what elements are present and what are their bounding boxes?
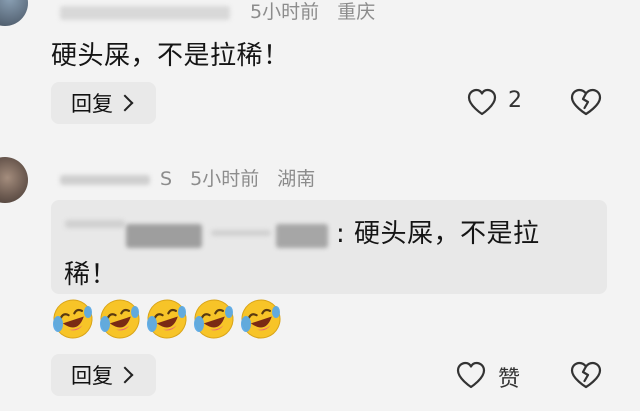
crying-laughing-emoji bbox=[100, 299, 140, 339]
blurred-username bbox=[60, 174, 150, 185]
like-count: 2 bbox=[508, 88, 522, 113]
avatar[interactable] bbox=[0, 157, 28, 203]
quoted-text: : 硬头屎，不是拉 bbox=[336, 219, 540, 249]
reply-label: 回复 bbox=[71, 92, 113, 116]
quoted-comment[interactable]: : 硬头屎，不是拉 稀！ bbox=[51, 200, 607, 294]
comment-time: 5小时前 bbox=[250, 1, 320, 23]
comment-time: 5小时前 bbox=[190, 168, 260, 190]
crying-laughing-emoji bbox=[53, 299, 93, 339]
quoted-text-line2: 稀！ bbox=[64, 260, 118, 290]
crying-laughing-emoji bbox=[194, 299, 234, 339]
blurred-quoted-username bbox=[211, 230, 271, 236]
reply-button[interactable]: 回复 bbox=[51, 354, 156, 396]
crying-laughing-emoji bbox=[147, 299, 187, 339]
avatar[interactable] bbox=[0, 0, 28, 26]
chevron-right-icon bbox=[116, 366, 134, 384]
blurred-quoted-username bbox=[276, 224, 328, 248]
chevron-right-icon bbox=[116, 94, 134, 112]
emoji-row bbox=[51, 297, 291, 343]
broken-heart-icon[interactable] bbox=[570, 361, 602, 389]
crying-laughing-emoji bbox=[241, 299, 281, 339]
comment-location: 重庆 bbox=[337, 1, 376, 23]
comment-meta: S 5小时前 湖南 bbox=[60, 164, 315, 191]
comment-text: 硬头屎，不是拉稀！ bbox=[51, 41, 290, 71]
like-label: 赞 bbox=[498, 367, 521, 392]
reply-button[interactable]: 回复 bbox=[51, 82, 156, 124]
blurred-quoted-username bbox=[65, 220, 125, 228]
comment-location: 湖南 bbox=[277, 168, 316, 190]
comment-meta: 5小时前 重庆 bbox=[60, 0, 375, 24]
broken-heart-icon[interactable] bbox=[570, 88, 602, 116]
heart-icon[interactable] bbox=[467, 88, 497, 116]
blurred-quoted-username bbox=[126, 224, 202, 248]
username-fragment: S bbox=[160, 168, 173, 190]
reply-label: 回复 bbox=[71, 364, 113, 388]
blurred-username bbox=[60, 5, 230, 20]
heart-icon[interactable] bbox=[456, 361, 486, 389]
